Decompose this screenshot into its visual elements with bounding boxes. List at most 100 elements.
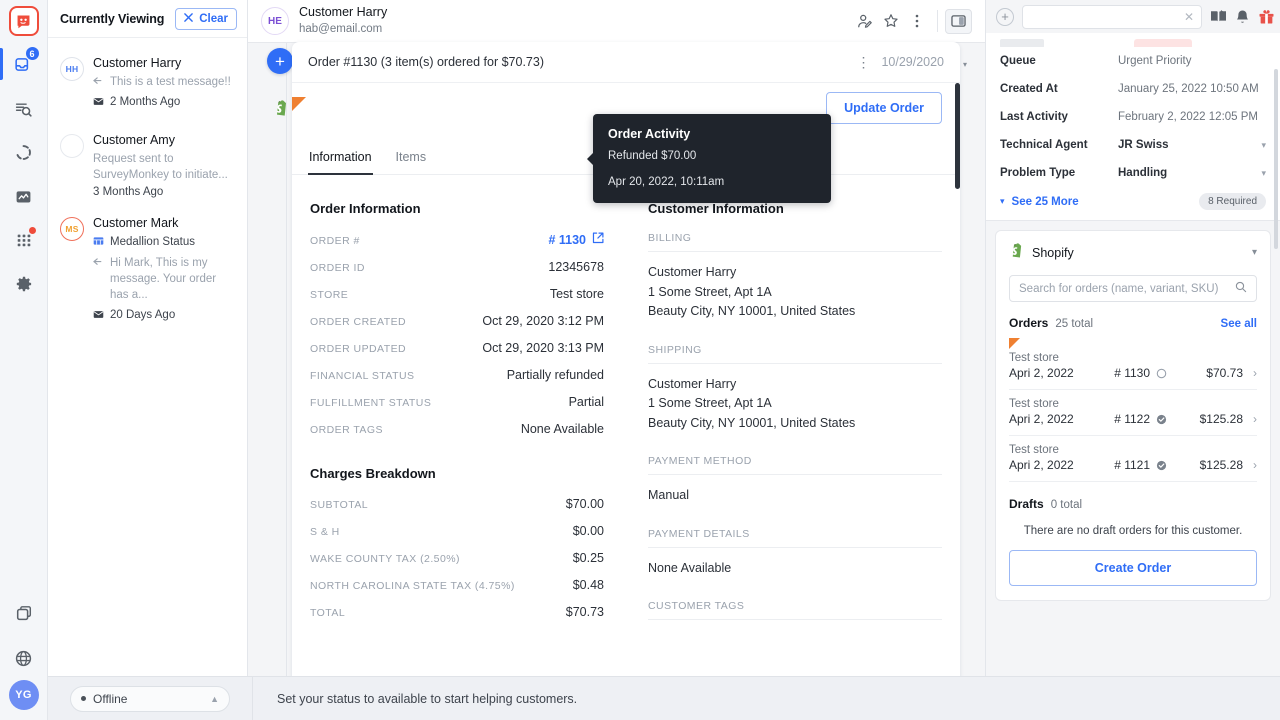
see-more-row[interactable]: ▾ See 25 More 8 Required [1000,193,1266,210]
conversation-preview-text: Request sent to SurveyMonkey to initiate… [93,151,237,184]
charges-breakdown-heading: Charges Breakdown [310,466,604,481]
payment-details-group: PAYMENT DETAILS None Available [648,528,942,579]
tooltip-title: Order Activity [608,127,816,141]
order-number-value: # 1130 [548,233,586,247]
cut-off-field-label [1000,39,1044,47]
order-row-created: ORDER CREATED Oct 29, 2020 3:12 PM [310,314,604,328]
tab-information[interactable]: Information [308,146,373,175]
chevron-down-icon: ▾ [1000,196,1005,207]
chevron-down-icon[interactable]: ▾ [1252,247,1257,258]
agent-status-dropdown[interactable]: Offline ▲ [70,686,230,712]
field-label: ORDER ID [310,262,548,274]
clear-search-icon[interactable]: ✕ [1184,10,1194,24]
drafts-label: Drafts [1009,497,1044,511]
field-technical-agent[interactable]: Technical Agent JR Swiss ▾ [1000,131,1266,159]
table-row[interactable]: Test store Apri 2, 2022 # 1122 $125.28 › [1009,390,1257,436]
panel-toggle-icon[interactable] [945,9,972,34]
list-item[interactable]: Customer Amy Request sent to SurveyMonke… [48,125,247,209]
clear-button[interactable]: Clear [175,8,237,30]
user-avatar[interactable]: YG [9,680,39,710]
gift-icon[interactable] [1258,8,1275,25]
context-panel-topbar: + ✕ [986,0,1280,33]
customer-header: HE Customer Harry hab@email.com [248,0,985,43]
avatar: HE [261,7,289,35]
list-item[interactable]: HH Customer Harry This is a test message… [48,48,247,125]
shopify-card-header[interactable]: Shopify ▾ [1009,242,1257,263]
apps-notification-dot [28,226,37,235]
order-amount: $70.73 [1185,366,1243,380]
field-value: Test store [550,287,604,301]
order-more-options-icon[interactable]: ⋮ [846,54,881,71]
sidebar-item-apps[interactable] [0,218,48,262]
add-button[interactable]: + [996,8,1014,26]
update-order-button[interactable]: Update Order [826,92,942,124]
edit-contact-icon[interactable] [852,8,878,34]
sidebar-item-search[interactable] [0,86,48,130]
charge-row-subtotal: SUBTOTAL $70.00 [310,497,604,511]
star-icon[interactable] [878,8,904,34]
shopify-title: Shopify [1032,246,1243,260]
group-label: SHIPPING [648,344,942,356]
tab-items[interactable]: Items [395,146,428,175]
sidebar-item-archive[interactable] [0,592,48,636]
required-badge: 8 Required [1199,193,1266,210]
customer-information-column: Customer Information BILLING Customer Ha… [648,201,942,632]
conversation-detail-panel: HE Customer Harry hab@email.com All [248,0,985,720]
field-label: ORDER TAGS [310,424,521,436]
book-icon[interactable] [1210,9,1227,24]
close-icon [184,13,193,25]
field-problem-type[interactable]: Problem Type Handling ▾ [1000,159,1266,187]
field-label: STORE [310,289,550,301]
context-panel: + ✕ Queue U [985,0,1280,720]
field-queue[interactable]: Queue Urgent Priority [1000,47,1266,75]
customer-email: hab@email.com [299,22,387,37]
order-row-updated: ORDER UPDATED Oct 29, 2020 3:13 PM [310,341,604,355]
sidebar-item-sync[interactable] [0,130,48,174]
table-row[interactable]: Test store Apri 2, 2022 # 1121 $125.28 › [1009,436,1257,482]
chevron-right-icon: › [1253,458,1257,472]
conversation-badge-text: Medallion Status [110,234,195,250]
icon-rail: 6 YG [0,0,48,720]
shipping-group: SHIPPING Customer Harry 1 Some Street, A… [648,344,942,434]
chevron-right-icon: › [1253,366,1257,380]
list-item[interactable]: MS Customer Mark Medallion Status Hi Mar… [48,208,247,337]
field-value: $0.48 [573,578,604,592]
sidebar-item-analytics[interactable] [0,174,48,218]
conversation-time: 20 Days Ago [93,307,237,324]
group-label: CUSTOMER TAGS [648,600,942,612]
field-value: Urgent Priority [1118,55,1266,67]
shopify-search-wrapper[interactable] [1009,275,1257,302]
order-amount: $125.28 [1185,412,1243,426]
bell-icon[interactable] [1235,9,1250,25]
divider [252,677,253,720]
create-order-button[interactable]: Create Order [1009,550,1257,586]
see-all-link[interactable]: See all [1221,318,1257,330]
reply-arrow-icon [93,75,105,91]
field-label: TOTAL [310,607,566,619]
field-value: JR Swiss [1118,139,1261,151]
sidebar-item-settings[interactable] [0,262,48,306]
search-input-wrapper[interactable]: ✕ [1022,5,1202,29]
context-scrollbar-thumb[interactable] [1274,69,1278,249]
chevron-down-icon[interactable]: ▾ [1261,168,1266,179]
clear-button-label: Clear [199,13,228,25]
app-logo[interactable] [9,6,39,36]
table-row[interactable]: Test store Apri 2, 2022 # 1130 $70.73 › [1009,337,1257,390]
field-value: $0.25 [573,551,604,565]
order-date: Apri 2, 2022 [1009,412,1114,426]
tooltip-line: Refunded $70.00 [608,150,816,162]
order-row-order-id: ORDER ID 12345678 [310,260,604,274]
shopify-search-input[interactable] [1019,283,1235,295]
more-options-icon[interactable] [904,8,930,34]
order-number-link[interactable]: # 1130 [548,232,604,247]
drafts-empty-message: There are no draft orders for this custo… [1009,525,1257,537]
chevron-down-icon[interactable]: ▾ [1261,140,1266,151]
sidebar-item-globe[interactable] [0,636,48,680]
divider [648,547,942,548]
divider [648,619,942,620]
reply-arrow-icon [93,256,105,272]
sidebar-item-inbox[interactable]: 6 [0,42,48,86]
search-input[interactable] [1030,11,1184,23]
add-timeline-entry-button[interactable]: + [267,48,293,74]
order-information-heading: Order Information [310,201,604,216]
